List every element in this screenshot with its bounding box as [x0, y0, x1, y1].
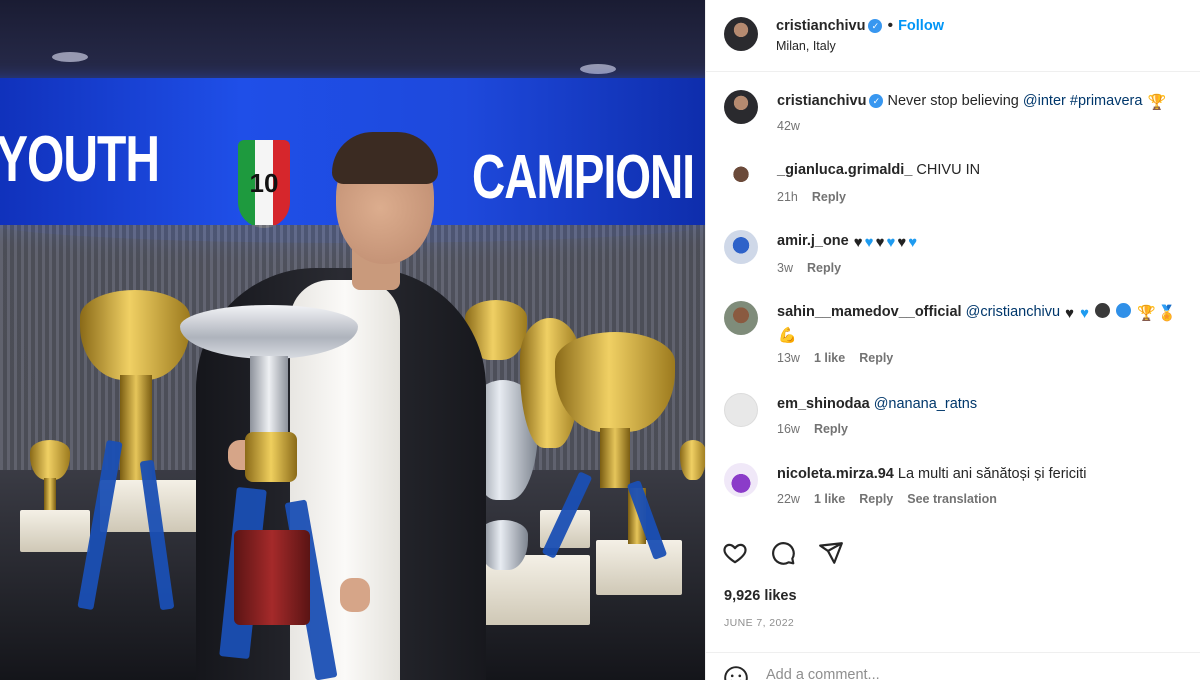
muscle-emoji-icon: 💪 [778, 327, 797, 344]
blue-heart-icon: ♥ [886, 234, 896, 251]
comment-username[interactable]: _gianluca.grimaldi_ [777, 162, 912, 178]
black-heart-icon: ♥ [875, 234, 885, 251]
mention-link[interactable]: @inter [1023, 93, 1066, 109]
heart-icon[interactable] [722, 540, 748, 566]
scudetto-shield: 10 [238, 140, 290, 228]
action-bar [722, 540, 844, 566]
mention-link[interactable]: @nanana_ratns [874, 396, 977, 412]
avatar[interactable] [724, 90, 758, 124]
trophy [30, 440, 70, 480]
comment-username[interactable]: cristianchivu [777, 93, 866, 109]
comment-icon[interactable] [770, 540, 796, 566]
plinth [20, 510, 90, 552]
separator-dot: • [887, 17, 894, 34]
trophy-emoji-icon: 🏆 [1137, 305, 1156, 322]
likes-count-link[interactable]: 1 like [814, 492, 845, 506]
comment-username[interactable]: nicoleta.mirza.94 [777, 466, 894, 482]
comment-meta: 42w [777, 119, 814, 133]
person-hair [332, 132, 438, 184]
comment-body: amir.j_one ♥ ♥ ♥ ♥ ♥ ♥ [777, 230, 1187, 252]
verified-icon: ✓ [868, 19, 883, 33]
held-cup-gold [245, 432, 297, 482]
blue-heart-icon: ♥ [864, 234, 874, 251]
avatar[interactable] [724, 159, 758, 193]
post-header: cristianchivu ✓ • Follow Milan, Italy [706, 0, 1200, 72]
add-comment-bar [706, 652, 1200, 680]
led-text-campioni: CAMPIONI [472, 141, 695, 212]
ceiling-light [580, 64, 616, 74]
comment-meta: 22w 1 like Reply See translation [777, 492, 1011, 506]
trophy-emoji-icon: 🏆 [1147, 94, 1167, 111]
post-side-panel: cristianchivu ✓ • Follow Milan, Italy crist… [705, 0, 1200, 680]
comment-meta: 21h Reply [777, 190, 860, 204]
comment-body: _gianluca.grimaldi_ CHIVU IN [777, 159, 1187, 181]
header-username[interactable]: cristianchivu [776, 18, 865, 34]
comment-username[interactable]: amir.j_one [777, 233, 849, 249]
blue-heart-icon: ♥ [1080, 305, 1089, 322]
avatar[interactable] [724, 463, 758, 497]
likes-count[interactable]: 9,926 likes [724, 588, 797, 604]
held-cup-base [234, 530, 310, 625]
share-icon[interactable] [818, 540, 844, 566]
avatar[interactable] [724, 230, 758, 264]
avatar[interactable] [724, 17, 758, 51]
black-heart-icon: ♥ [897, 234, 907, 251]
blue-heart-icon: ♥ [908, 234, 918, 251]
black-heart-icon: ♥ [853, 234, 863, 251]
led-text-youth: YOUTH [0, 124, 160, 196]
comment-meta: 16w Reply [777, 422, 862, 436]
trophy [680, 440, 705, 480]
blue-circle-icon [1116, 303, 1132, 318]
comment-meta: 13w 1 like Reply [777, 351, 907, 365]
location-link[interactable]: Milan, Italy [776, 39, 836, 53]
comment-text: La multi ani sănătoși și fericiti [897, 466, 1087, 482]
comment-text: CHIVU IN [916, 162, 981, 178]
comment-body: em_shinodaa @nanana_ratns [777, 393, 1187, 415]
reply-button[interactable]: Reply [812, 190, 846, 204]
comment-time[interactable]: 3w [777, 261, 793, 275]
comment-username[interactable]: sahin__mamedov__official [777, 304, 962, 320]
black-circle-icon [1095, 303, 1110, 318]
reply-button[interactable]: Reply [807, 261, 841, 275]
plinth [596, 540, 682, 595]
comment-time[interactable]: 22w [777, 492, 800, 506]
post-photo[interactable]: YOUTH CAMPIONI 10 [0, 0, 705, 680]
reply-button[interactable]: Reply [814, 422, 848, 436]
black-heart-icon: ♥ [1065, 305, 1075, 322]
trophy [80, 290, 190, 380]
comment-username[interactable]: em_shinodaa [777, 396, 870, 412]
post-date[interactable]: JUNE 7, 2022 [724, 617, 794, 629]
comment-time[interactable]: 21h [777, 190, 798, 204]
mention-link[interactable]: @cristianchivu [966, 304, 1061, 320]
ceiling-light [52, 52, 88, 62]
comment-body: sahin__mamedov__official @cristianchivu … [777, 301, 1187, 345]
shield-number: 10 [249, 168, 279, 198]
trophy-stem [600, 428, 630, 488]
comment-time[interactable]: 16w [777, 422, 800, 436]
see-translation-link[interactable]: See translation [907, 492, 997, 506]
trophy [555, 332, 675, 432]
reply-button[interactable]: Reply [859, 351, 893, 365]
reply-button[interactable]: Reply [859, 492, 893, 506]
comment-input[interactable] [766, 667, 1146, 680]
emoji-icon[interactable] [723, 665, 749, 680]
caption-body: cristianchivu ✓ Never stop believing @int… [777, 90, 1187, 112]
comment-body: nicoleta.mirza.94 La multi ani sănătoși … [777, 463, 1187, 485]
comment-meta: 3w Reply [777, 261, 855, 275]
avatar[interactable] [724, 393, 758, 427]
caption-text: Never stop believing [887, 93, 1023, 109]
likes-count-link[interactable]: 1 like [814, 351, 845, 365]
avatar[interactable] [724, 301, 758, 335]
medal-emoji-icon: 🏅 [1157, 305, 1177, 322]
trophy-stem [44, 478, 56, 513]
header-line: cristianchivu ✓ • Follow [776, 17, 944, 35]
comment-time[interactable]: 13w [777, 351, 800, 365]
follow-button[interactable]: Follow [898, 18, 944, 34]
verified-icon: ✓ [869, 94, 884, 108]
hashtag-link[interactable]: #primavera [1070, 93, 1143, 109]
comment-time[interactable]: 42w [777, 119, 800, 133]
person-hand [340, 578, 370, 612]
